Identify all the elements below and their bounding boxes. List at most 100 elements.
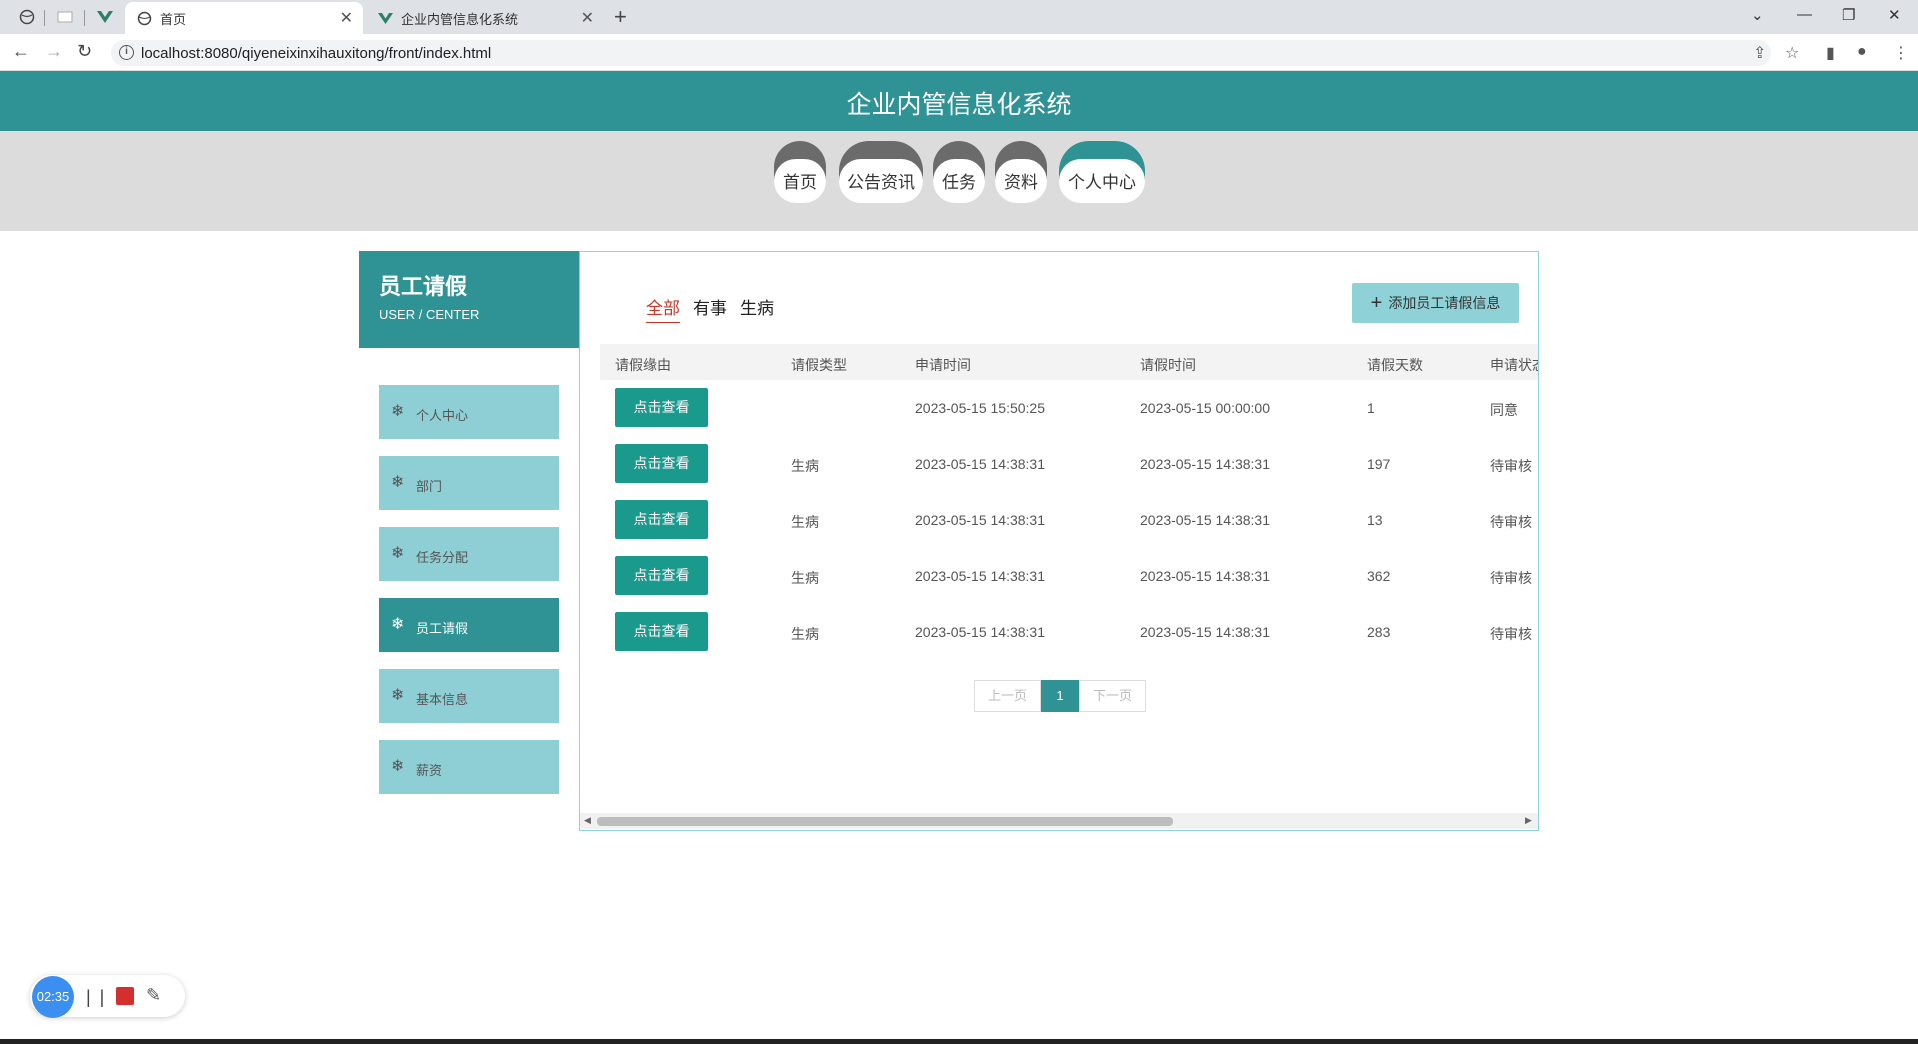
apply-status: 同意 bbox=[1490, 402, 1518, 418]
url-bar[interactable]: i localhost:8080/qiyeneixinxihauxitong/f… bbox=[111, 40, 1771, 66]
snowflake-icon: ❄ bbox=[391, 616, 405, 633]
view-reason-button[interactable]: 点击查看 bbox=[615, 388, 708, 427]
leave-time: 2023-05-15 14:38:31 bbox=[1140, 512, 1270, 528]
next-page-button[interactable]: 下一页 bbox=[1079, 680, 1146, 712]
bookmark-star-icon[interactable]: ☆ bbox=[1785, 43, 1799, 63]
add-leave-button[interactable]: + 添加员工请假信息 bbox=[1352, 283, 1519, 323]
profile-icon[interactable]: ● bbox=[1857, 43, 1867, 61]
apply-status: 待审核 bbox=[1490, 570, 1532, 586]
tab-search-icon[interactable]: ⌄ bbox=[1751, 6, 1764, 24]
column-header: 申请时间 bbox=[915, 357, 971, 373]
sidebar-subtitle: USER / CENTER bbox=[379, 307, 480, 322]
scrollbar-thumb[interactable] bbox=[597, 817, 1173, 826]
back-arrow-icon[interactable]: ← bbox=[12, 41, 30, 62]
sidebar-item-personal-center[interactable]: ❄ 个人中心 bbox=[379, 385, 559, 439]
column-header: 请假时间 bbox=[1140, 357, 1196, 373]
apply-status: 待审核 bbox=[1490, 458, 1532, 474]
close-window-icon[interactable]: ✕ bbox=[1888, 6, 1901, 24]
side-panel-icon[interactable]: ▮ bbox=[1826, 43, 1835, 63]
minimize-icon[interactable]: — bbox=[1797, 6, 1812, 23]
leave-time: 2023-05-15 14:38:31 bbox=[1140, 624, 1270, 640]
tab-title: 企业内管信息化系统 bbox=[401, 11, 519, 27]
view-reason-button[interactable]: 点击查看 bbox=[615, 612, 708, 651]
horizontal-scrollbar[interactable]: ◀ ▶ bbox=[580, 813, 1538, 829]
pinned-tab-globe-icon[interactable] bbox=[12, 5, 42, 29]
filter-all[interactable]: 全部 bbox=[646, 294, 680, 323]
address-toolbar: ← → ↻ i localhost:8080/qiyeneixinxihauxi… bbox=[0, 34, 1918, 71]
new-tab-button[interactable]: + bbox=[614, 4, 627, 30]
taskbar-edge bbox=[0, 1039, 1918, 1044]
apply-time: 2023-05-15 14:38:31 bbox=[915, 568, 1045, 584]
snowflake-icon: ❄ bbox=[391, 545, 405, 562]
view-reason-button[interactable]: 点击查看 bbox=[615, 556, 708, 595]
scroll-left-arrow-icon[interactable]: ◀ bbox=[584, 815, 591, 826]
leave-days: 197 bbox=[1367, 456, 1391, 472]
sidebar-title: 员工请假 bbox=[379, 274, 468, 299]
forward-arrow-icon[interactable]: → bbox=[45, 41, 63, 62]
leave-time: 2023-05-15 14:38:31 bbox=[1140, 456, 1270, 472]
leave-days: 1 bbox=[1367, 400, 1375, 416]
view-reason-button[interactable]: 点击查看 bbox=[615, 444, 708, 483]
restore-icon[interactable]: ❐ bbox=[1842, 6, 1855, 24]
tab-title: 首页 bbox=[160, 11, 187, 27]
scroll-right-arrow-icon[interactable]: ▶ bbox=[1525, 815, 1532, 826]
stop-icon[interactable] bbox=[116, 987, 134, 1005]
sidebar-item-department[interactable]: ❄ 部门 bbox=[379, 456, 559, 510]
sidebar-item-salary[interactable]: ❄ 薪资 bbox=[379, 740, 559, 794]
pause-icon[interactable]: | | bbox=[86, 987, 106, 1008]
nav-item-tasks[interactable]: 任务 bbox=[933, 141, 985, 211]
leave-time: 2023-05-15 14:38:31 bbox=[1140, 568, 1270, 584]
filter-personal-matter[interactable]: 有事 bbox=[693, 294, 727, 319]
pinned-tab-vue-icon[interactable] bbox=[90, 5, 120, 29]
nav-item-materials[interactable]: 资料 bbox=[995, 141, 1047, 211]
nav-item-announcements[interactable]: 公告资讯 bbox=[839, 141, 923, 211]
close-tab-icon[interactable]: ✕ bbox=[581, 8, 594, 28]
share-icon[interactable]: ⇪ bbox=[1753, 43, 1766, 63]
plus-icon: + bbox=[1370, 292, 1383, 314]
leave-days: 362 bbox=[1367, 568, 1391, 584]
filter-sick[interactable]: 生病 bbox=[740, 294, 774, 319]
table-row: 点击查看 2023-05-15 15:50:25 2023-05-15 00:0… bbox=[600, 380, 1538, 436]
leave-type: 生病 bbox=[791, 458, 819, 474]
prev-page-button[interactable]: 上一页 bbox=[974, 680, 1041, 712]
pinned-tab-page-icon[interactable] bbox=[50, 5, 80, 29]
apply-time: 2023-05-15 14:38:31 bbox=[915, 512, 1045, 528]
sidebar-item-basic-info[interactable]: ❄ 基本信息 bbox=[379, 669, 559, 723]
nav-item-personal-center[interactable]: 个人中心 bbox=[1059, 141, 1145, 211]
nav-item-home[interactable]: 首页 bbox=[774, 141, 826, 211]
table-header: 请假缘由 请假类型 申请时间 请假时间 请假天数 申请状态 bbox=[600, 344, 1538, 380]
view-reason-button[interactable]: 点击查看 bbox=[615, 500, 708, 539]
snowflake-icon: ❄ bbox=[391, 687, 405, 704]
apply-time: 2023-05-15 14:38:31 bbox=[915, 456, 1045, 472]
page-number-button[interactable]: 1 bbox=[1041, 680, 1079, 712]
site-info-icon[interactable]: i bbox=[119, 45, 134, 60]
sidebar-item-employee-leave[interactable]: ❄ 员工请假 bbox=[379, 598, 559, 652]
url-text[interactable]: localhost:8080/qiyeneixinxihauxitong/fro… bbox=[141, 45, 491, 62]
globe-icon bbox=[137, 11, 152, 26]
table-row: 点击查看 生病 2023-05-15 14:38:31 2023-05-15 1… bbox=[600, 436, 1538, 492]
apply-time: 2023-05-15 14:38:31 bbox=[915, 624, 1045, 640]
snowflake-icon: ❄ bbox=[391, 474, 405, 491]
reload-icon[interactable]: ↻ bbox=[77, 41, 92, 62]
sidebar-item-task-assignment[interactable]: ❄ 任务分配 bbox=[379, 527, 559, 581]
pen-icon[interactable]: ✎ bbox=[146, 985, 161, 1006]
close-tab-icon[interactable]: ✕ bbox=[340, 8, 353, 28]
leave-days: 283 bbox=[1367, 624, 1391, 640]
leave-time: 2023-05-15 00:00:00 bbox=[1140, 400, 1270, 416]
leave-days: 13 bbox=[1367, 512, 1383, 528]
sidebar-header: 员工请假 USER / CENTER bbox=[359, 251, 579, 348]
snowflake-icon: ❄ bbox=[391, 758, 405, 775]
menu-dots-icon[interactable]: ⋮ bbox=[1893, 43, 1909, 63]
column-header: 请假缘由 bbox=[615, 357, 671, 373]
column-header: 请假类型 bbox=[791, 357, 847, 373]
screen-recorder-widget: 02:35 | | ✎ bbox=[30, 975, 185, 1018]
leave-list-panel: 全部 有事 生病 + 添加员工请假信息 请假缘由 请假类型 申请时间 请假时间 … bbox=[579, 251, 1539, 831]
tab-home[interactable]: 首页 ✕ bbox=[125, 2, 363, 34]
leave-type: 生病 bbox=[791, 570, 819, 586]
tab-system[interactable]: 企业内管信息化系统 ✕ bbox=[366, 2, 604, 34]
table-row: 点击查看 生病 2023-05-15 14:38:31 2023-05-15 1… bbox=[600, 604, 1538, 660]
site-header: 企业内管信息化系统 bbox=[0, 71, 1918, 131]
vue-logo-icon bbox=[378, 12, 393, 25]
recording-timer[interactable]: 02:35 bbox=[32, 976, 74, 1018]
browser-tab-strip: 首页 ✕ 企业内管信息化系统 ✕ + ⌄ — ❐ ✕ bbox=[0, 0, 1918, 34]
